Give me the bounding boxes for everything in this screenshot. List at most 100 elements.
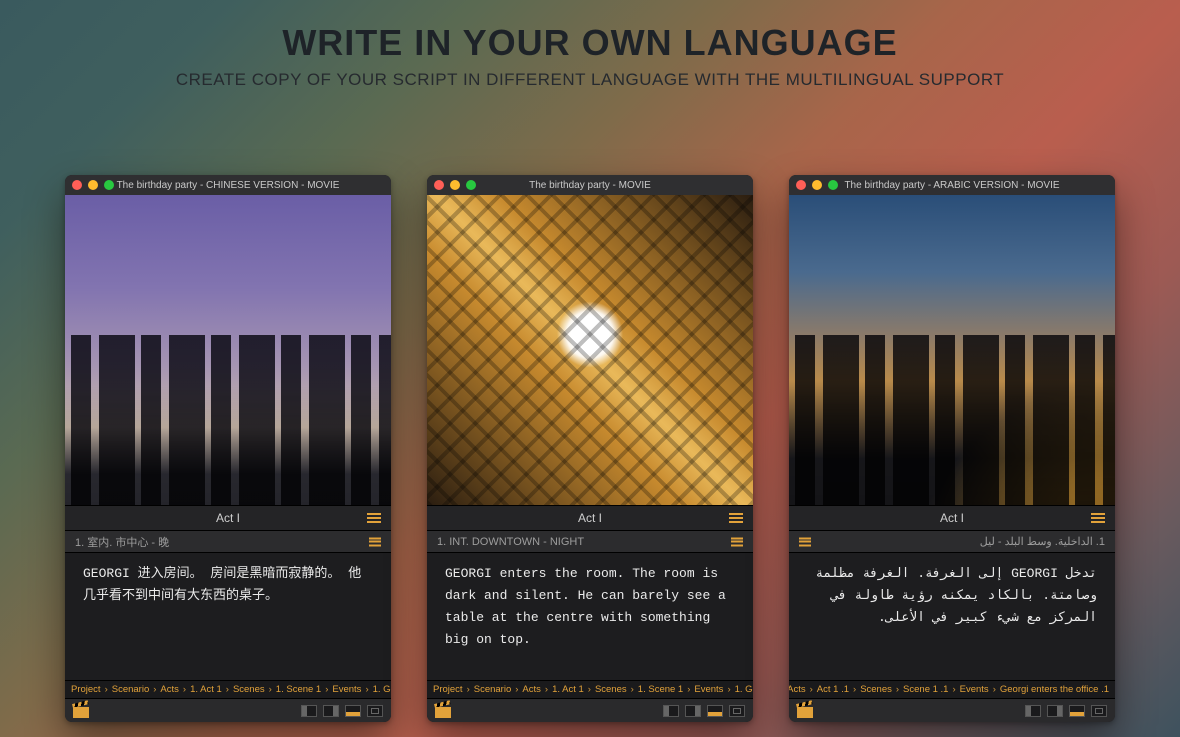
layout-fullscreen-button[interactable] bbox=[729, 705, 745, 717]
chevron-right-icon: › bbox=[365, 684, 368, 695]
close-icon[interactable] bbox=[796, 180, 806, 190]
list-icon[interactable] bbox=[369, 537, 381, 546]
chevron-right-icon: › bbox=[153, 684, 156, 695]
crumb-acts[interactable]: Acts bbox=[789, 684, 806, 695]
chevron-left-icon: ‹ bbox=[853, 684, 856, 695]
chevron-right-icon: › bbox=[467, 684, 470, 695]
zoom-icon[interactable] bbox=[104, 180, 114, 190]
crumb-project[interactable]: Project bbox=[433, 684, 463, 695]
crumb-event1[interactable]: 1. Georgi enters the office bbox=[735, 684, 753, 695]
script-body[interactable]: GEORGI 进入房间。 房间是黑暗而寂静的。 他几乎看不到中间有大东西的桌子。 bbox=[65, 553, 391, 680]
minimize-icon[interactable] bbox=[450, 180, 460, 190]
crumb-act1[interactable]: 1. Act 1 bbox=[552, 684, 584, 695]
minimize-icon[interactable] bbox=[88, 180, 98, 190]
act-label: Act I bbox=[940, 511, 964, 525]
crumb-scenes[interactable]: Scenes bbox=[595, 684, 627, 695]
close-icon[interactable] bbox=[72, 180, 82, 190]
chevron-right-icon: › bbox=[325, 684, 328, 695]
act-bar[interactable]: Act I bbox=[65, 505, 391, 531]
layout-switcher bbox=[663, 705, 745, 717]
crumb-event1[interactable]: Georgi enters the office .1 bbox=[1000, 684, 1109, 695]
chevron-right-icon: › bbox=[631, 684, 634, 695]
layout-right-panel-button[interactable] bbox=[1047, 705, 1063, 717]
chevron-right-icon: › bbox=[226, 684, 229, 695]
crumb-project[interactable]: Project bbox=[71, 684, 101, 695]
crumb-scenario[interactable]: Scenario bbox=[474, 684, 512, 695]
titlebar[interactable]: The birthday party - CHINESE VERSION - M… bbox=[65, 175, 391, 195]
minimize-icon[interactable] bbox=[812, 180, 822, 190]
scene-header-bar[interactable]: 1. INT. DOWNTOWN - NIGHT bbox=[427, 531, 753, 553]
crumb-scene1[interactable]: 1. Scene 1 bbox=[638, 684, 683, 695]
traffic-lights bbox=[796, 180, 838, 190]
breadcrumb[interactable]: Project› Scenario› Acts› 1. Act 1› Scene… bbox=[65, 680, 391, 698]
scene-header-bar[interactable]: 1. الداخلية. وسط البلد - ليل bbox=[789, 531, 1115, 553]
layout-right-panel-button[interactable] bbox=[685, 705, 701, 717]
crumb-scene1[interactable]: Scene 1 .1 bbox=[903, 684, 948, 695]
layout-left-panel-button[interactable] bbox=[1025, 705, 1041, 717]
crumb-event1[interactable]: 1. Georgi enters the office bbox=[373, 684, 391, 695]
chevron-right-icon: › bbox=[687, 684, 690, 695]
script-body[interactable]: تدخل GEORGI إلى الغرفة. الغرفة مظلمة وصا… bbox=[789, 553, 1115, 680]
footer-bar bbox=[427, 698, 753, 722]
chevron-right-icon: › bbox=[727, 684, 730, 695]
layout-right-panel-button[interactable] bbox=[323, 705, 339, 717]
layout-left-panel-button[interactable] bbox=[663, 705, 679, 717]
crumb-act1[interactable]: 1. Act 1 bbox=[190, 684, 222, 695]
layout-bottom-panel-button[interactable] bbox=[707, 705, 723, 717]
crumb-scenes[interactable]: Scenes bbox=[233, 684, 265, 695]
list-icon[interactable] bbox=[731, 537, 743, 546]
scene-hero-image bbox=[789, 195, 1115, 505]
crumb-acts[interactable]: Acts bbox=[160, 684, 178, 695]
app-window-arabic: The birthday party - ARABIC VERSION - MO… bbox=[789, 175, 1115, 722]
crumb-act1[interactable]: Act 1 .1 bbox=[817, 684, 849, 695]
scene-hero-image bbox=[65, 195, 391, 505]
zoom-icon[interactable] bbox=[466, 180, 476, 190]
layout-fullscreen-button[interactable] bbox=[367, 705, 383, 717]
chevron-right-icon: › bbox=[183, 684, 186, 695]
layout-bottom-panel-button[interactable] bbox=[1069, 705, 1085, 717]
layout-fullscreen-button[interactable] bbox=[1091, 705, 1107, 717]
chevron-left-icon: ‹ bbox=[952, 684, 955, 695]
breadcrumb[interactable]: Georgi enters the office .1 ‹ Events ‹ Sce… bbox=[789, 680, 1115, 698]
layout-bottom-panel-button[interactable] bbox=[345, 705, 361, 717]
script-body[interactable]: GEORGI enters the room. The room is dark… bbox=[427, 553, 753, 680]
layout-left-panel-button[interactable] bbox=[301, 705, 317, 717]
act-bar[interactable]: Act I bbox=[789, 505, 1115, 531]
close-icon[interactable] bbox=[434, 180, 444, 190]
scene-header-text: 1. 室内. 市中心 - 晚 bbox=[75, 534, 169, 550]
chevron-right-icon: › bbox=[515, 684, 518, 695]
clapperboard-icon[interactable] bbox=[435, 704, 451, 718]
app-window-chinese: The birthday party - CHINESE VERSION - M… bbox=[65, 175, 391, 722]
clapperboard-icon[interactable] bbox=[797, 704, 813, 718]
crumb-events[interactable]: Events bbox=[332, 684, 361, 695]
crumb-events[interactable]: Events bbox=[960, 684, 989, 695]
footer-bar bbox=[789, 698, 1115, 722]
list-icon[interactable] bbox=[367, 513, 381, 523]
traffic-lights bbox=[434, 180, 476, 190]
list-icon[interactable] bbox=[1091, 513, 1105, 523]
scene-header-text: 1. INT. DOWNTOWN - NIGHT bbox=[437, 536, 584, 548]
clapperboard-icon[interactable] bbox=[73, 704, 89, 718]
crumb-scenes[interactable]: Scenes bbox=[860, 684, 892, 695]
chevron-right-icon: › bbox=[269, 684, 272, 695]
titlebar[interactable]: The birthday party - MOVIE bbox=[427, 175, 753, 195]
zoom-icon[interactable] bbox=[828, 180, 838, 190]
app-window-english: The birthday party - MOVIE Act I 1. INT.… bbox=[427, 175, 753, 722]
layout-switcher bbox=[301, 705, 383, 717]
list-icon[interactable] bbox=[799, 537, 811, 546]
crumb-scenario[interactable]: Scenario bbox=[112, 684, 150, 695]
act-bar[interactable]: Act I bbox=[427, 505, 753, 531]
list-icon[interactable] bbox=[729, 513, 743, 523]
breadcrumb[interactable]: Project› Scenario› Acts› 1. Act 1› Scene… bbox=[427, 680, 753, 698]
titlebar[interactable]: The birthday party - ARABIC VERSION - MO… bbox=[789, 175, 1115, 195]
crumb-scene1[interactable]: 1. Scene 1 bbox=[276, 684, 321, 695]
chevron-right-icon: › bbox=[588, 684, 591, 695]
chevron-left-icon: ‹ bbox=[810, 684, 813, 695]
crumb-events[interactable]: Events bbox=[694, 684, 723, 695]
scene-header-bar[interactable]: 1. 室内. 市中心 - 晚 bbox=[65, 531, 391, 553]
crumb-acts[interactable]: Acts bbox=[522, 684, 540, 695]
chevron-right-icon: › bbox=[545, 684, 548, 695]
page-headline: WRITE IN YOUR OWN LANGUAGE bbox=[0, 0, 1180, 64]
page-subheadline: CREATE COPY OF YOUR SCRIPT IN DIFFERENT … bbox=[0, 70, 1180, 90]
scene-header-text: 1. الداخلية. وسط البلد - ليل bbox=[980, 535, 1105, 548]
